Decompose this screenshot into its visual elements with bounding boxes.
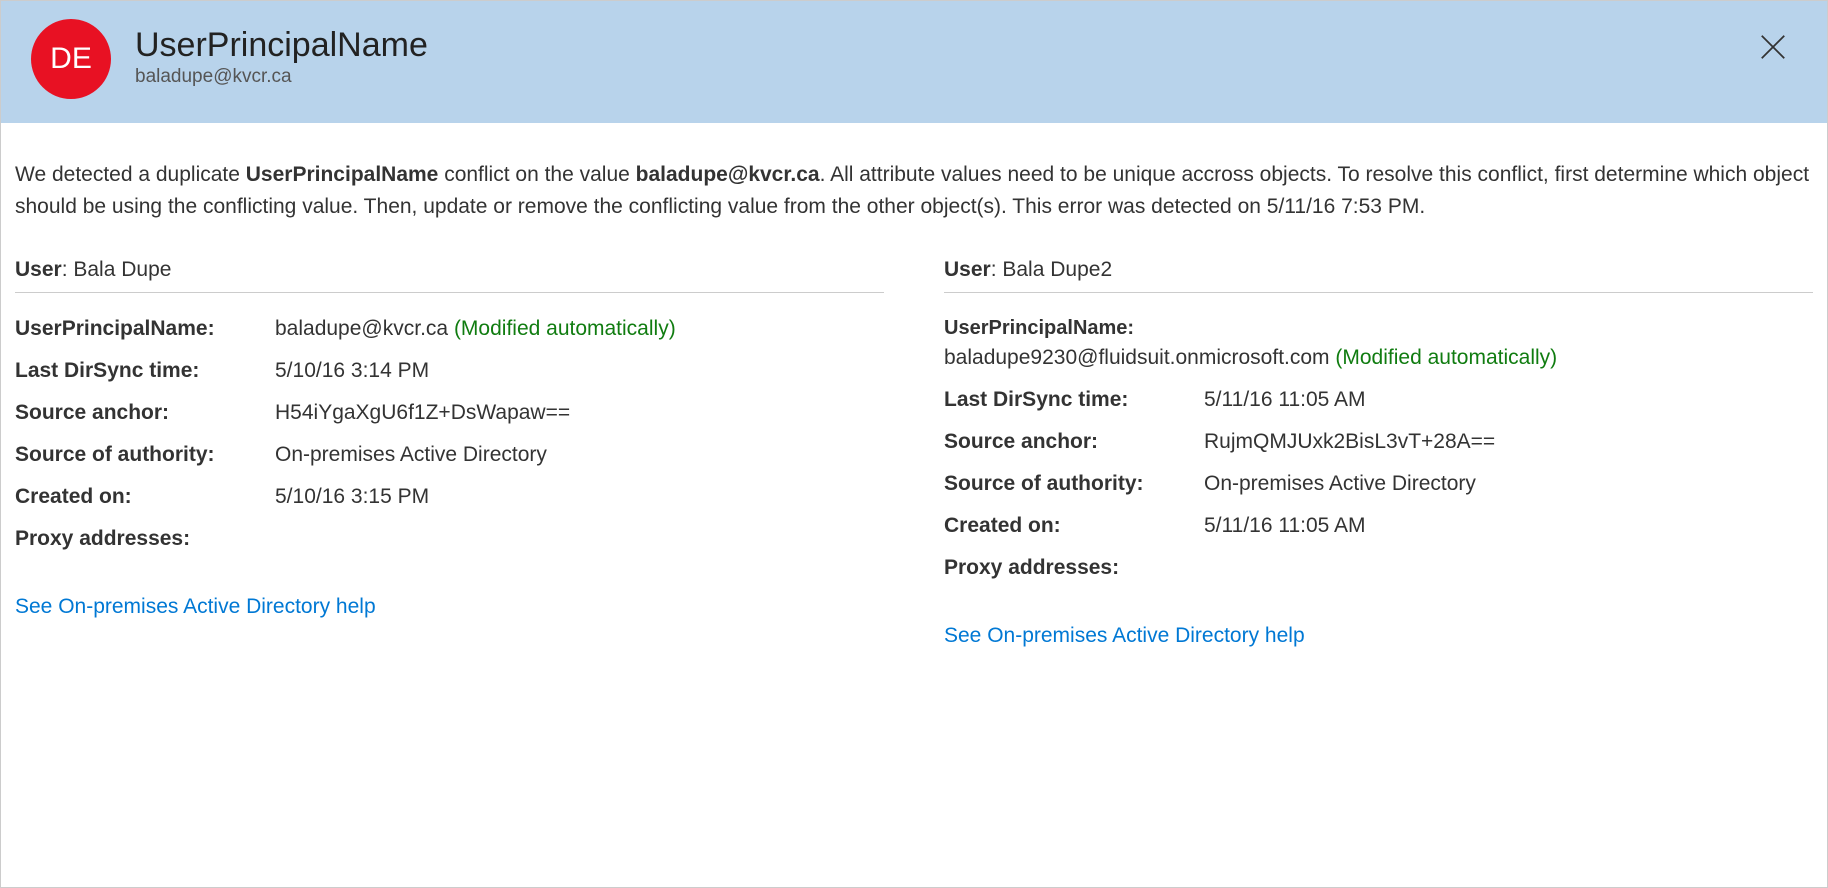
user1-dirsync-value: 5/10/16 3:14 PM <box>275 359 429 383</box>
user1-upn-text: baladupe@kvcr.ca <box>275 317 448 340</box>
user2-authority-row: Source of authority: On-premises Active … <box>944 472 1813 496</box>
dialog-subtitle: baladupe@kvcr.ca <box>135 66 428 88</box>
created-on-label: Created on: <box>944 514 1204 538</box>
user1-anchor-row: Source anchor: H54iYgaXgU6f1Z+DsWapaw== <box>15 401 884 425</box>
user1-dirsync-row: Last DirSync time: 5/10/16 3:14 PM <box>15 359 884 383</box>
user1-upn-row: UserPrincipalName: baladupe@kvcr.ca (Mod… <box>15 317 884 341</box>
modified-auto-tag: (Modified automatically) <box>1335 346 1557 369</box>
user1-panel: User: Bala Dupe UserPrincipalName: balad… <box>15 258 884 648</box>
help-link-user1[interactable]: See On-premises Active Directory help <box>15 595 376 619</box>
users-columns: User: Bala Dupe UserPrincipalName: balad… <box>1 242 1827 648</box>
user2-upn-row: UserPrincipalName: baladupe9230@fluidsui… <box>944 317 1813 370</box>
source-authority-label: Source of authority: <box>944 472 1204 496</box>
user2-proxy-row: Proxy addresses: <box>944 556 1813 580</box>
source-anchor-label: Source anchor: <box>15 401 275 425</box>
user1-name: Bala Dupe <box>73 258 171 281</box>
created-on-label: Created on: <box>15 485 275 509</box>
user2-anchor-value: RujmQMJUxk2BisL3vT+28A== <box>1204 430 1495 454</box>
dialog-header: DE UserPrincipalName baladupe@kvcr.ca <box>1 1 1827 123</box>
user1-created-value: 5/10/16 3:15 PM <box>275 485 429 509</box>
upn-label: UserPrincipalName: <box>15 317 275 341</box>
desc-detected-on: 5/11/16 7:53 PM <box>1267 195 1420 218</box>
user1-heading: User: Bala Dupe <box>15 258 884 293</box>
user2-upn-text: baladupe9230@fluidsuit.onmicrosoft.com <box>944 346 1330 369</box>
close-icon <box>1758 32 1788 62</box>
user1-authority-row: Source of authority: On-premises Active … <box>15 443 884 467</box>
user2-dirsync-row: Last DirSync time: 5/11/16 11:05 AM <box>944 388 1813 412</box>
user2-created-row: Created on: 5/11/16 11:05 AM <box>944 514 1813 538</box>
user-label: User <box>15 258 62 281</box>
user1-created-row: Created on: 5/10/16 3:15 PM <box>15 485 884 509</box>
user-label: User <box>944 258 991 281</box>
user2-dirsync-value: 5/11/16 11:05 AM <box>1204 388 1366 412</box>
user2-authority-value: On-premises Active Directory <box>1204 472 1476 496</box>
desc-suffix: . <box>1419 195 1425 218</box>
desc-prefix: We detected a duplicate <box>15 163 246 186</box>
header-text: UserPrincipalName baladupe@kvcr.ca <box>135 30 428 87</box>
avatar: DE <box>31 19 111 99</box>
modified-auto-tag: (Modified automatically) <box>454 317 676 340</box>
avatar-initials: DE <box>50 42 92 76</box>
dialog-title: UserPrincipalName <box>135 26 428 65</box>
proxy-label: Proxy addresses: <box>15 527 275 551</box>
upn-label: UserPrincipalName: <box>944 317 1813 340</box>
user2-anchor-row: Source anchor: RujmQMJUxk2BisL3vT+28A== <box>944 430 1813 454</box>
conflict-description: We detected a duplicate UserPrincipalNam… <box>1 123 1827 242</box>
close-button[interactable] <box>1755 29 1791 65</box>
user2-created-value: 5/11/16 11:05 AM <box>1204 514 1366 538</box>
source-anchor-label: Source anchor: <box>944 430 1204 454</box>
desc-mid1: conflict on the value <box>438 163 635 186</box>
last-dirsync-label: Last DirSync time: <box>15 359 275 383</box>
desc-attr: UserPrincipalName <box>246 163 439 186</box>
user2-panel: User: Bala Dupe2 UserPrincipalName: bala… <box>944 258 1813 648</box>
user1-anchor-value: H54iYgaXgU6f1Z+DsWapaw== <box>275 401 570 425</box>
user1-authority-value: On-premises Active Directory <box>275 443 547 467</box>
user2-name: Bala Dupe2 <box>1002 258 1112 281</box>
user2-heading: User: Bala Dupe2 <box>944 258 1813 293</box>
help-link-user2[interactable]: See On-premises Active Directory help <box>944 624 1305 648</box>
user1-upn-value: baladupe@kvcr.ca (Modified automatically… <box>275 317 676 341</box>
source-authority-label: Source of authority: <box>15 443 275 467</box>
desc-value: baladupe@kvcr.ca <box>636 163 820 186</box>
user2-upn-value: baladupe9230@fluidsuit.onmicrosoft.com (… <box>944 346 1813 370</box>
proxy-label: Proxy addresses: <box>944 556 1204 580</box>
user1-proxy-row: Proxy addresses: <box>15 527 884 551</box>
last-dirsync-label: Last DirSync time: <box>944 388 1204 412</box>
